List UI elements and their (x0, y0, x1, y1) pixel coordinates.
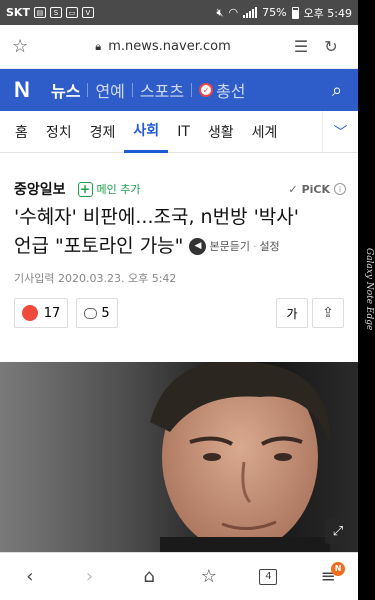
naver-logo[interactable]: N (0, 69, 44, 111)
tab-entertainment[interactable]: 연예 (88, 78, 131, 102)
listen-label: 본문듣기 (209, 240, 250, 253)
add-main-label: 메인 추가 (96, 183, 141, 196)
info-icon[interactable]: i (334, 183, 346, 195)
bookmark-star-icon[interactable]: ☆ (12, 36, 40, 57)
listen-button[interactable]: ◀ 본문듣기 · 설정 (189, 232, 280, 261)
status-bar: SKT ▤ S ▭ V 🔇︎ ◠ 75% 오후 5:49 (0, 0, 358, 25)
article-photo[interactable] (0, 362, 358, 552)
tab-count: 4 (259, 568, 278, 585)
headline-line-2: 언급 "포토라인 가능" (14, 235, 184, 257)
share-icon[interactable]: ⇪ (312, 298, 344, 328)
date-value: 2020.03.23. 오후 5:42 (57, 272, 177, 285)
election-icon: ✓ (199, 83, 214, 97)
reaction-button[interactable]: 17 (14, 298, 68, 328)
headline-line-2-row: 언급 "포토라인 가능" ◀ 본문듣기 · 설정 (14, 232, 350, 261)
section-tab-society[interactable]: 사회 (124, 111, 169, 153)
pick-badge: ✓ PiCK i (288, 183, 346, 196)
status-right: 🔇︎ ◠ 75% 오후 5:49 (217, 5, 352, 21)
article-date: 기사입력 2020.03.23. 오후 5:42 (14, 270, 176, 286)
url-field[interactable]: 🔒︎ m.news.naver.com (40, 39, 286, 54)
headline-line-1: '수혜자' 비판에...조국, n번방 '박사' (14, 206, 299, 228)
font-size-label: 가 (286, 306, 298, 321)
browser-url-bar: ☆ 🔒︎ m.news.naver.com ☰ ↻ (0, 25, 358, 69)
plus-icon: + (77, 181, 93, 197)
tab-news[interactable]: 뉴스 (44, 78, 87, 102)
section-tab-economy[interactable]: 경제 (81, 111, 125, 153)
article-actions: 17 5 가 ⇪ (14, 298, 344, 328)
browser-bottom-nav: ‹ › ⌂ ☆ 4 ≡ N (0, 552, 358, 600)
font-size-button[interactable]: 가 (276, 298, 308, 328)
press-row: 중앙일보 + 메인 추가 ✓ PiCK i (14, 179, 346, 199)
naver-header: N 뉴스 연예 스포츠 ✓ 총선 ⌕ (0, 69, 358, 111)
comment-button[interactable]: 5 (76, 298, 118, 328)
url-text: m.news.naver.com (108, 39, 231, 54)
lock-icon: 🔒︎ (95, 40, 102, 53)
carrier-label: SKT (6, 6, 30, 19)
vpn-notification-icon: V (81, 7, 94, 18)
lte-icon: ▤ (33, 7, 46, 18)
pick-label: PiCK (301, 182, 330, 196)
comment-count: 5 (101, 305, 110, 321)
back-icon[interactable]: ‹ (5, 553, 55, 600)
person-photo-image (0, 362, 358, 552)
section-tabs: 홈 정치 경제 사회 IT 생활 세계 ﹀ (0, 111, 358, 153)
menu-icon[interactable]: ≡ N (303, 553, 353, 600)
search-icon[interactable]: ⌕ (316, 80, 358, 101)
tab-election-label: 총선 (216, 82, 246, 101)
check-icon: ✓ (288, 182, 298, 196)
home-icon[interactable]: ⌂ (124, 553, 174, 600)
section-tab-world[interactable]: 세계 (243, 111, 287, 153)
battery-icon (291, 6, 299, 19)
reaction-count: 17 (43, 305, 61, 321)
reload-icon[interactable]: ↻ (316, 37, 346, 56)
article-headline: '수혜자' 비판에...조국, n번방 '박사' 언급 "포토라인 가능" ◀ … (14, 203, 350, 261)
separator: · (252, 240, 257, 253)
add-main-button[interactable]: + 메인 추가 (77, 181, 141, 197)
section-tab-life[interactable]: 생활 (199, 111, 243, 153)
app-notification-icon: S (49, 7, 62, 18)
listen-settings-label[interactable]: 설정 (259, 232, 279, 261)
tabs-button[interactable]: 4 (243, 553, 293, 600)
comment-icon (84, 307, 98, 319)
mute-icon: 🔇︎ (216, 5, 224, 19)
zoom-icon[interactable]: ⤢ (325, 518, 351, 544)
section-tab-politics[interactable]: 정치 (37, 111, 81, 153)
press-name[interactable]: 중앙일보 (14, 179, 66, 199)
tab-election[interactable]: ✓ 총선 (192, 78, 252, 102)
phone-screen: SKT ▤ S ▭ V 🔇︎ ◠ 75% 오후 5:49 ☆ 🔒︎ m.news… (0, 0, 358, 600)
status-time: 오후 5:49 (303, 6, 352, 20)
menu-badge: N (331, 561, 346, 576)
chevron-down-icon[interactable]: ﹀ (322, 111, 358, 152)
tab-sports[interactable]: 스포츠 (133, 78, 191, 102)
section-tab-home[interactable]: 홈 (6, 111, 37, 153)
forward-icon[interactable]: › (64, 553, 114, 600)
wifi-icon: ◠ (228, 6, 239, 19)
reader-mode-icon[interactable]: ☰ (286, 37, 316, 56)
bookmarks-icon[interactable]: ☆ (184, 553, 234, 600)
image-notification-icon: ▭ (65, 7, 78, 18)
speaker-icon: ◀ (189, 238, 207, 255)
angry-face-icon (21, 305, 38, 321)
device-edge-text: Galaxy Note Edge (364, 248, 374, 331)
signal-icon (243, 7, 258, 18)
date-label: 기사입력 (14, 272, 55, 285)
section-tab-it[interactable]: IT (168, 111, 199, 153)
battery-percent: 75% (262, 6, 287, 19)
